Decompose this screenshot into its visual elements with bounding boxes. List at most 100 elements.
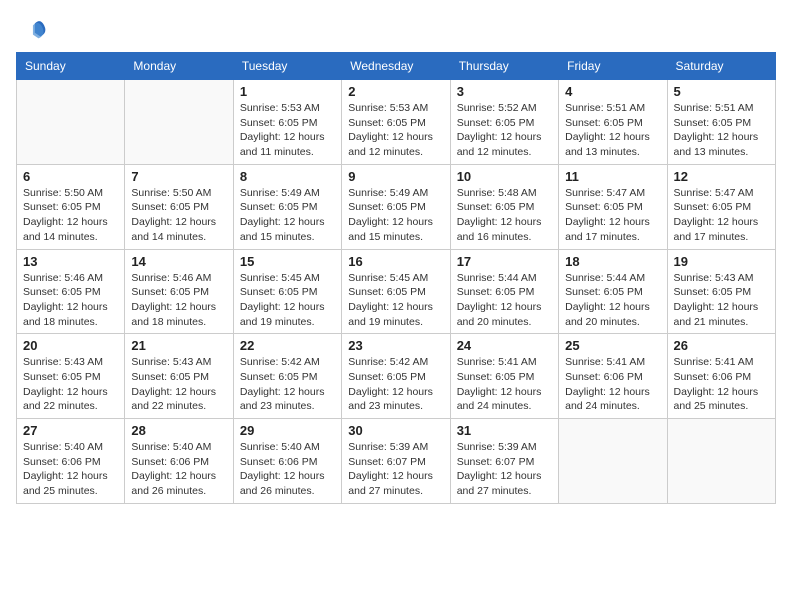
weekday-header-thursday: Thursday bbox=[450, 53, 558, 80]
day-number: 28 bbox=[131, 423, 226, 438]
day-info: Sunrise: 5:43 AM Sunset: 6:05 PM Dayligh… bbox=[23, 355, 118, 414]
weekday-header-wednesday: Wednesday bbox=[342, 53, 450, 80]
calendar-cell: 30 Sunrise: 5:39 AM Sunset: 6:07 PM Dayli… bbox=[342, 419, 450, 504]
day-number: 29 bbox=[240, 423, 335, 438]
calendar-cell: 7 Sunrise: 5:50 AM Sunset: 6:05 PM Daylig… bbox=[125, 164, 233, 249]
calendar-cell: 5 Sunrise: 5:51 AM Sunset: 6:05 PM Daylig… bbox=[667, 80, 775, 165]
calendar-cell bbox=[125, 80, 233, 165]
day-number: 5 bbox=[674, 84, 769, 99]
day-number: 23 bbox=[348, 338, 443, 353]
day-number: 1 bbox=[240, 84, 335, 99]
day-info: Sunrise: 5:45 AM Sunset: 6:05 PM Dayligh… bbox=[240, 271, 335, 330]
day-info: Sunrise: 5:49 AM Sunset: 6:05 PM Dayligh… bbox=[240, 186, 335, 245]
day-number: 22 bbox=[240, 338, 335, 353]
calendar-table: SundayMondayTuesdayWednesdayThursdayFrid… bbox=[16, 52, 776, 504]
weekday-header-sunday: Sunday bbox=[17, 53, 125, 80]
day-number: 8 bbox=[240, 169, 335, 184]
day-info: Sunrise: 5:43 AM Sunset: 6:05 PM Dayligh… bbox=[131, 355, 226, 414]
day-number: 27 bbox=[23, 423, 118, 438]
calendar-cell bbox=[559, 419, 667, 504]
day-info: Sunrise: 5:45 AM Sunset: 6:05 PM Dayligh… bbox=[348, 271, 443, 330]
day-info: Sunrise: 5:51 AM Sunset: 6:05 PM Dayligh… bbox=[565, 101, 660, 160]
logo-icon bbox=[18, 16, 46, 44]
calendar-cell: 25 Sunrise: 5:41 AM Sunset: 6:06 PM Dayli… bbox=[559, 334, 667, 419]
day-number: 15 bbox=[240, 254, 335, 269]
day-number: 24 bbox=[457, 338, 552, 353]
calendar-cell: 8 Sunrise: 5:49 AM Sunset: 6:05 PM Daylig… bbox=[233, 164, 341, 249]
calendar-cell: 22 Sunrise: 5:42 AM Sunset: 6:05 PM Dayli… bbox=[233, 334, 341, 419]
day-number: 31 bbox=[457, 423, 552, 438]
calendar-cell bbox=[667, 419, 775, 504]
day-number: 3 bbox=[457, 84, 552, 99]
calendar-cell: 2 Sunrise: 5:53 AM Sunset: 6:05 PM Daylig… bbox=[342, 80, 450, 165]
day-info: Sunrise: 5:48 AM Sunset: 6:05 PM Dayligh… bbox=[457, 186, 552, 245]
weekday-header-saturday: Saturday bbox=[667, 53, 775, 80]
day-number: 4 bbox=[565, 84, 660, 99]
weekday-header-tuesday: Tuesday bbox=[233, 53, 341, 80]
day-info: Sunrise: 5:52 AM Sunset: 6:05 PM Dayligh… bbox=[457, 101, 552, 160]
calendar-week-1: 1 Sunrise: 5:53 AM Sunset: 6:05 PM Daylig… bbox=[17, 80, 776, 165]
weekday-header-row: SundayMondayTuesdayWednesdayThursdayFrid… bbox=[17, 53, 776, 80]
calendar-cell: 14Sunrise: 5:46 AM Sunset: 6:05 PM Dayli… bbox=[125, 249, 233, 334]
day-info: Sunrise: 5:40 AM Sunset: 6:06 PM Dayligh… bbox=[240, 440, 335, 499]
day-number: 20 bbox=[23, 338, 118, 353]
day-info: Sunrise: 5:41 AM Sunset: 6:06 PM Dayligh… bbox=[565, 355, 660, 414]
calendar-cell: 29 Sunrise: 5:40 AM Sunset: 6:06 PM Dayli… bbox=[233, 419, 341, 504]
calendar-week-4: 20 Sunrise: 5:43 AM Sunset: 6:05 PM Dayli… bbox=[17, 334, 776, 419]
day-info: Sunrise: 5:40 AM Sunset: 6:06 PM Dayligh… bbox=[131, 440, 226, 499]
calendar-cell: 19Sunrise: 5:43 AM Sunset: 6:05 PM Dayli… bbox=[667, 249, 775, 334]
day-number: 18 bbox=[565, 254, 660, 269]
day-number: 21 bbox=[131, 338, 226, 353]
day-info: Sunrise: 5:49 AM Sunset: 6:05 PM Dayligh… bbox=[348, 186, 443, 245]
calendar-cell: 9 Sunrise: 5:49 AM Sunset: 6:05 PM Daylig… bbox=[342, 164, 450, 249]
page-header bbox=[16, 16, 776, 40]
day-number: 7 bbox=[131, 169, 226, 184]
day-info: Sunrise: 5:43 AM Sunset: 6:05 PM Dayligh… bbox=[674, 271, 769, 330]
day-info: Sunrise: 5:39 AM Sunset: 6:07 PM Dayligh… bbox=[457, 440, 552, 499]
calendar-cell: 13Sunrise: 5:46 AM Sunset: 6:05 PM Dayli… bbox=[17, 249, 125, 334]
calendar-week-3: 13Sunrise: 5:46 AM Sunset: 6:05 PM Dayli… bbox=[17, 249, 776, 334]
day-number: 30 bbox=[348, 423, 443, 438]
day-number: 6 bbox=[23, 169, 118, 184]
calendar-cell: 23 Sunrise: 5:42 AM Sunset: 6:05 PM Dayli… bbox=[342, 334, 450, 419]
day-number: 17 bbox=[457, 254, 552, 269]
calendar-cell: 20 Sunrise: 5:43 AM Sunset: 6:05 PM Dayli… bbox=[17, 334, 125, 419]
day-number: 12 bbox=[674, 169, 769, 184]
weekday-header-friday: Friday bbox=[559, 53, 667, 80]
day-info: Sunrise: 5:47 AM Sunset: 6:05 PM Dayligh… bbox=[565, 186, 660, 245]
day-info: Sunrise: 5:42 AM Sunset: 6:05 PM Dayligh… bbox=[348, 355, 443, 414]
day-info: Sunrise: 5:40 AM Sunset: 6:06 PM Dayligh… bbox=[23, 440, 118, 499]
day-number: 25 bbox=[565, 338, 660, 353]
calendar-cell: 18Sunrise: 5:44 AM Sunset: 6:05 PM Dayli… bbox=[559, 249, 667, 334]
day-number: 10 bbox=[457, 169, 552, 184]
calendar-cell: 10 Sunrise: 5:48 AM Sunset: 6:05 PM Dayli… bbox=[450, 164, 558, 249]
day-info: Sunrise: 5:47 AM Sunset: 6:05 PM Dayligh… bbox=[674, 186, 769, 245]
day-info: Sunrise: 5:39 AM Sunset: 6:07 PM Dayligh… bbox=[348, 440, 443, 499]
day-number: 2 bbox=[348, 84, 443, 99]
day-info: Sunrise: 5:50 AM Sunset: 6:05 PM Dayligh… bbox=[131, 186, 226, 245]
day-number: 14 bbox=[131, 254, 226, 269]
day-info: Sunrise: 5:50 AM Sunset: 6:05 PM Dayligh… bbox=[23, 186, 118, 245]
calendar-cell: 26Sunrise: 5:41 AM Sunset: 6:06 PM Dayli… bbox=[667, 334, 775, 419]
day-info: Sunrise: 5:51 AM Sunset: 6:05 PM Dayligh… bbox=[674, 101, 769, 160]
calendar-cell bbox=[17, 80, 125, 165]
day-info: Sunrise: 5:42 AM Sunset: 6:05 PM Dayligh… bbox=[240, 355, 335, 414]
calendar-cell: 4 Sunrise: 5:51 AM Sunset: 6:05 PM Daylig… bbox=[559, 80, 667, 165]
day-number: 9 bbox=[348, 169, 443, 184]
day-info: Sunrise: 5:46 AM Sunset: 6:05 PM Dayligh… bbox=[23, 271, 118, 330]
calendar-cell: 17 Sunrise: 5:44 AM Sunset: 6:05 PM Dayli… bbox=[450, 249, 558, 334]
day-info: Sunrise: 5:53 AM Sunset: 6:05 PM Dayligh… bbox=[348, 101, 443, 160]
calendar-cell: 24 Sunrise: 5:41 AM Sunset: 6:05 PM Dayli… bbox=[450, 334, 558, 419]
day-info: Sunrise: 5:44 AM Sunset: 6:05 PM Dayligh… bbox=[457, 271, 552, 330]
calendar-cell: 31 Sunrise: 5:39 AM Sunset: 6:07 PM Dayli… bbox=[450, 419, 558, 504]
calendar-week-5: 27 Sunrise: 5:40 AM Sunset: 6:06 PM Dayli… bbox=[17, 419, 776, 504]
weekday-header-monday: Monday bbox=[125, 53, 233, 80]
day-info: Sunrise: 5:41 AM Sunset: 6:05 PM Dayligh… bbox=[457, 355, 552, 414]
calendar-cell: 11 Sunrise: 5:47 AM Sunset: 6:05 PM Dayli… bbox=[559, 164, 667, 249]
calendar-cell: 6 Sunrise: 5:50 AM Sunset: 6:05 PM Daylig… bbox=[17, 164, 125, 249]
calendar-cell: 16 Sunrise: 5:45 AM Sunset: 6:05 PM Dayli… bbox=[342, 249, 450, 334]
calendar-cell: 12 Sunrise: 5:47 AM Sunset: 6:05 PM Dayli… bbox=[667, 164, 775, 249]
day-number: 11 bbox=[565, 169, 660, 184]
day-number: 16 bbox=[348, 254, 443, 269]
day-info: Sunrise: 5:53 AM Sunset: 6:05 PM Dayligh… bbox=[240, 101, 335, 160]
